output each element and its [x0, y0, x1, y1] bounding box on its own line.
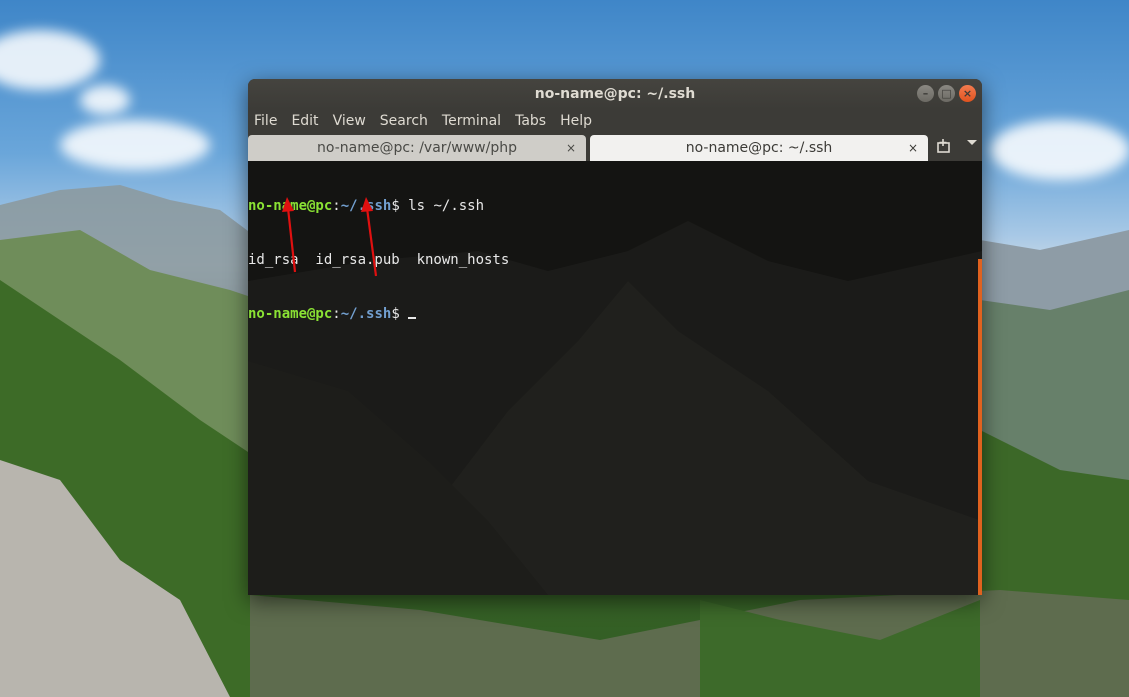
close-button[interactable]: × — [959, 85, 976, 102]
minimize-button[interactable]: – — [917, 85, 934, 102]
prompt-separator: : — [332, 198, 341, 214]
maximize-button[interactable]: □ — [938, 85, 955, 102]
menu-file[interactable]: File — [254, 113, 283, 129]
tab-php[interactable]: no-name@pc: /var/www/php × — [248, 135, 586, 161]
menu-bar: File Edit View Search Terminal Tabs Help — [248, 109, 982, 133]
menu-edit[interactable]: Edit — [291, 113, 324, 129]
menu-view[interactable]: View — [333, 113, 372, 129]
tab-bar: no-name@pc: /var/www/php × no-name@pc: ~… — [248, 133, 982, 161]
command-output: id_rsa id_rsa.pub known_hosts — [248, 252, 510, 268]
terminal-line: no-name@pc:~/.ssh$ — [248, 305, 509, 323]
chevron-down-icon[interactable] — [966, 137, 978, 150]
text-cursor — [408, 305, 417, 319]
new-tab-icon[interactable] — [936, 137, 954, 159]
command-text: ls ~/.ssh — [408, 198, 485, 214]
tab-label: no-name@pc: /var/www/php — [317, 140, 517, 156]
prompt-symbol: $ — [391, 306, 409, 322]
prompt-user-host: no-name@pc — [248, 198, 333, 214]
prompt-path: ~/.ssh — [340, 306, 392, 322]
tab-ssh[interactable]: no-name@pc: ~/.ssh × — [590, 135, 928, 161]
terminal-area[interactable]: no-name@pc:~/.ssh$ ls ~/.ssh id_rsa id_r… — [248, 161, 982, 595]
prompt-user-host: no-name@pc — [248, 306, 333, 322]
tab-close-icon[interactable]: × — [566, 135, 576, 161]
menu-help[interactable]: Help — [560, 113, 598, 129]
title-bar[interactable]: no-name@pc: ~/.ssh – □ × — [248, 79, 982, 109]
prompt-separator: : — [332, 306, 341, 322]
window-title: no-name@pc: ~/.ssh — [534, 86, 696, 102]
menu-terminal[interactable]: Terminal — [442, 113, 507, 129]
scrollbar[interactable] — [978, 259, 982, 595]
menu-tabs[interactable]: Tabs — [515, 113, 552, 129]
terminal-line: id_rsa id_rsa.pub known_hosts — [248, 251, 509, 269]
menu-search[interactable]: Search — [380, 113, 434, 129]
tab-close-icon[interactable]: × — [908, 135, 918, 161]
prompt-symbol: $ — [391, 198, 409, 214]
tab-label: no-name@pc: ~/.ssh — [685, 140, 833, 156]
prompt-path: ~/.ssh — [340, 198, 392, 214]
terminal-window: no-name@pc: ~/.ssh – □ × File Edit View … — [248, 79, 982, 595]
terminal-line: no-name@pc:~/.ssh$ ls ~/.ssh — [248, 197, 509, 215]
